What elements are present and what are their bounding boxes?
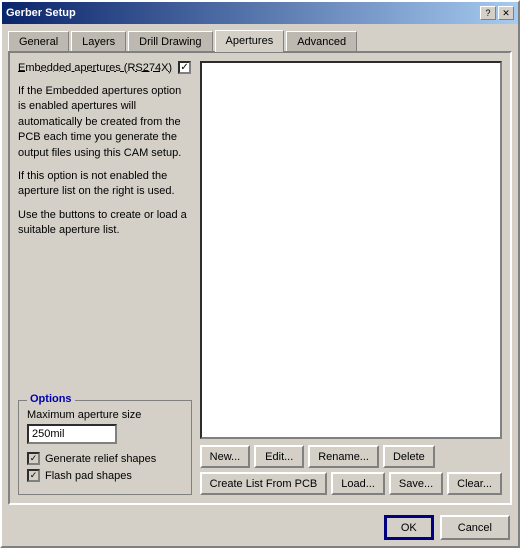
- generate-relief-row: Generate relief shapes: [27, 452, 183, 465]
- flash-pad-checkbox[interactable]: [27, 469, 40, 482]
- load-button[interactable]: Load...: [331, 472, 385, 495]
- help-button[interactable]: ?: [480, 6, 496, 20]
- buttons-area: New... Edit... Rename... Delete Create L…: [200, 445, 502, 495]
- description-2: If this option is not enabled the apertu…: [18, 169, 192, 200]
- tab-general[interactable]: General: [8, 31, 69, 51]
- button-row-2: Create List From PCB Load... Save... Cle…: [200, 472, 502, 495]
- max-aperture-input[interactable]: [27, 424, 117, 444]
- delete-button[interactable]: Delete: [383, 445, 435, 468]
- create-list-button[interactable]: Create List From PCB: [200, 472, 328, 495]
- clear-button[interactable]: Clear...: [447, 472, 502, 495]
- tab-drill-drawing[interactable]: Drill Drawing: [128, 31, 212, 51]
- options-legend: Options: [27, 393, 75, 405]
- tab-bar: General Layers Drill Drawing Apertures A…: [2, 26, 518, 51]
- edit-button[interactable]: Edit...: [254, 445, 304, 468]
- tab-apertures[interactable]: Apertures: [215, 30, 285, 52]
- tab-advanced[interactable]: Advanced: [286, 31, 357, 51]
- embedded-apertures-checkbox[interactable]: ✓: [178, 61, 191, 74]
- ok-button[interactable]: OK: [384, 515, 434, 540]
- gerber-setup-dialog: Gerber Setup ? ✕ General Layers Drill Dr…: [0, 0, 520, 548]
- title-bar-controls: ? ✕: [480, 6, 514, 20]
- generate-relief-checkbox[interactable]: [27, 452, 40, 465]
- title-bar-text: Gerber Setup: [6, 7, 76, 19]
- cancel-button[interactable]: Cancel: [440, 515, 510, 540]
- tab-layers[interactable]: Layers: [71, 31, 126, 51]
- embedded-apertures-label: Embedded apertures (RS274X): [18, 62, 172, 74]
- main-layout: Embedded apertures (RS274X) ✓ If the Emb…: [18, 61, 502, 495]
- description-3: Use the buttons to create or load a suit…: [18, 208, 192, 239]
- description-1: If the Embedded apertures option is enab…: [18, 84, 192, 161]
- generate-relief-label: Generate relief shapes: [45, 453, 156, 465]
- options-group: Options Maximum aperture size Generate r…: [18, 400, 192, 495]
- rename-button[interactable]: Rename...: [308, 445, 379, 468]
- aperture-list[interactable]: [200, 61, 502, 439]
- right-panel: New... Edit... Rename... Delete Create L…: [200, 61, 502, 495]
- close-button[interactable]: ✕: [498, 6, 514, 20]
- save-button[interactable]: Save...: [389, 472, 443, 495]
- title-bar: Gerber Setup ? ✕: [2, 2, 518, 24]
- max-aperture-label: Maximum aperture size: [27, 409, 183, 421]
- flash-pad-label: Flash pad shapes: [45, 470, 132, 482]
- new-button[interactable]: New...: [200, 445, 251, 468]
- button-row-1: New... Edit... Rename... Delete: [200, 445, 502, 468]
- embedded-apertures-row: Embedded apertures (RS274X) ✓: [18, 61, 192, 74]
- flash-pad-row: Flash pad shapes: [27, 469, 183, 482]
- content-area: Embedded apertures (RS274X) ✓ If the Emb…: [8, 51, 512, 505]
- bottom-bar: OK Cancel: [2, 511, 518, 546]
- left-panel: Embedded apertures (RS274X) ✓ If the Emb…: [18, 61, 192, 495]
